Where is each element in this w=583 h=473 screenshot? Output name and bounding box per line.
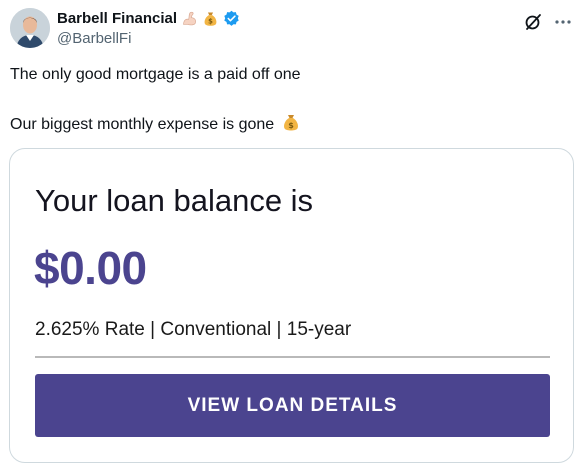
flexed-biceps-emoji xyxy=(183,11,197,26)
loan-balance-card[interactable]: Your loan balance is $0.00 2.625% Rate |… xyxy=(9,148,574,463)
grok-icon[interactable] xyxy=(523,12,543,32)
tweet-line-1: The only good mortgage is a paid off one xyxy=(10,66,301,83)
svg-text:$: $ xyxy=(208,18,213,26)
verified-badge-icon xyxy=(224,10,239,26)
money-bag-emoji: $ xyxy=(283,115,298,131)
money-bag-emoji: $ xyxy=(204,12,217,26)
tweet-header: Barbell Financial $ @BarbellFi xyxy=(10,8,573,50)
avatar[interactable] xyxy=(10,8,50,48)
author-name-row: Barbell Financial $ xyxy=(57,10,240,27)
svg-text:$: $ xyxy=(288,121,294,130)
tweet-text: The only good mortgage is a paid off one… xyxy=(10,62,301,137)
card-divider xyxy=(35,356,550,358)
more-icon[interactable] xyxy=(553,12,573,32)
loan-terms: 2.625% Rate | Conventional | 15-year xyxy=(35,319,352,340)
avatar-photo xyxy=(10,8,50,48)
card-heading: Your loan balance is xyxy=(35,183,314,218)
view-loan-details-button[interactable]: VIEW LOAN DETAILS xyxy=(35,374,550,437)
loan-balance-amount: $0.00 xyxy=(34,242,147,294)
tweet-line-2: Our biggest monthly expense is gone xyxy=(10,116,275,133)
author-handle[interactable]: @BarbellFi xyxy=(57,30,131,47)
display-name[interactable]: Barbell Financial xyxy=(57,10,177,27)
tweet-line-2-row: Our biggest monthly expense is gone $ xyxy=(10,112,301,137)
